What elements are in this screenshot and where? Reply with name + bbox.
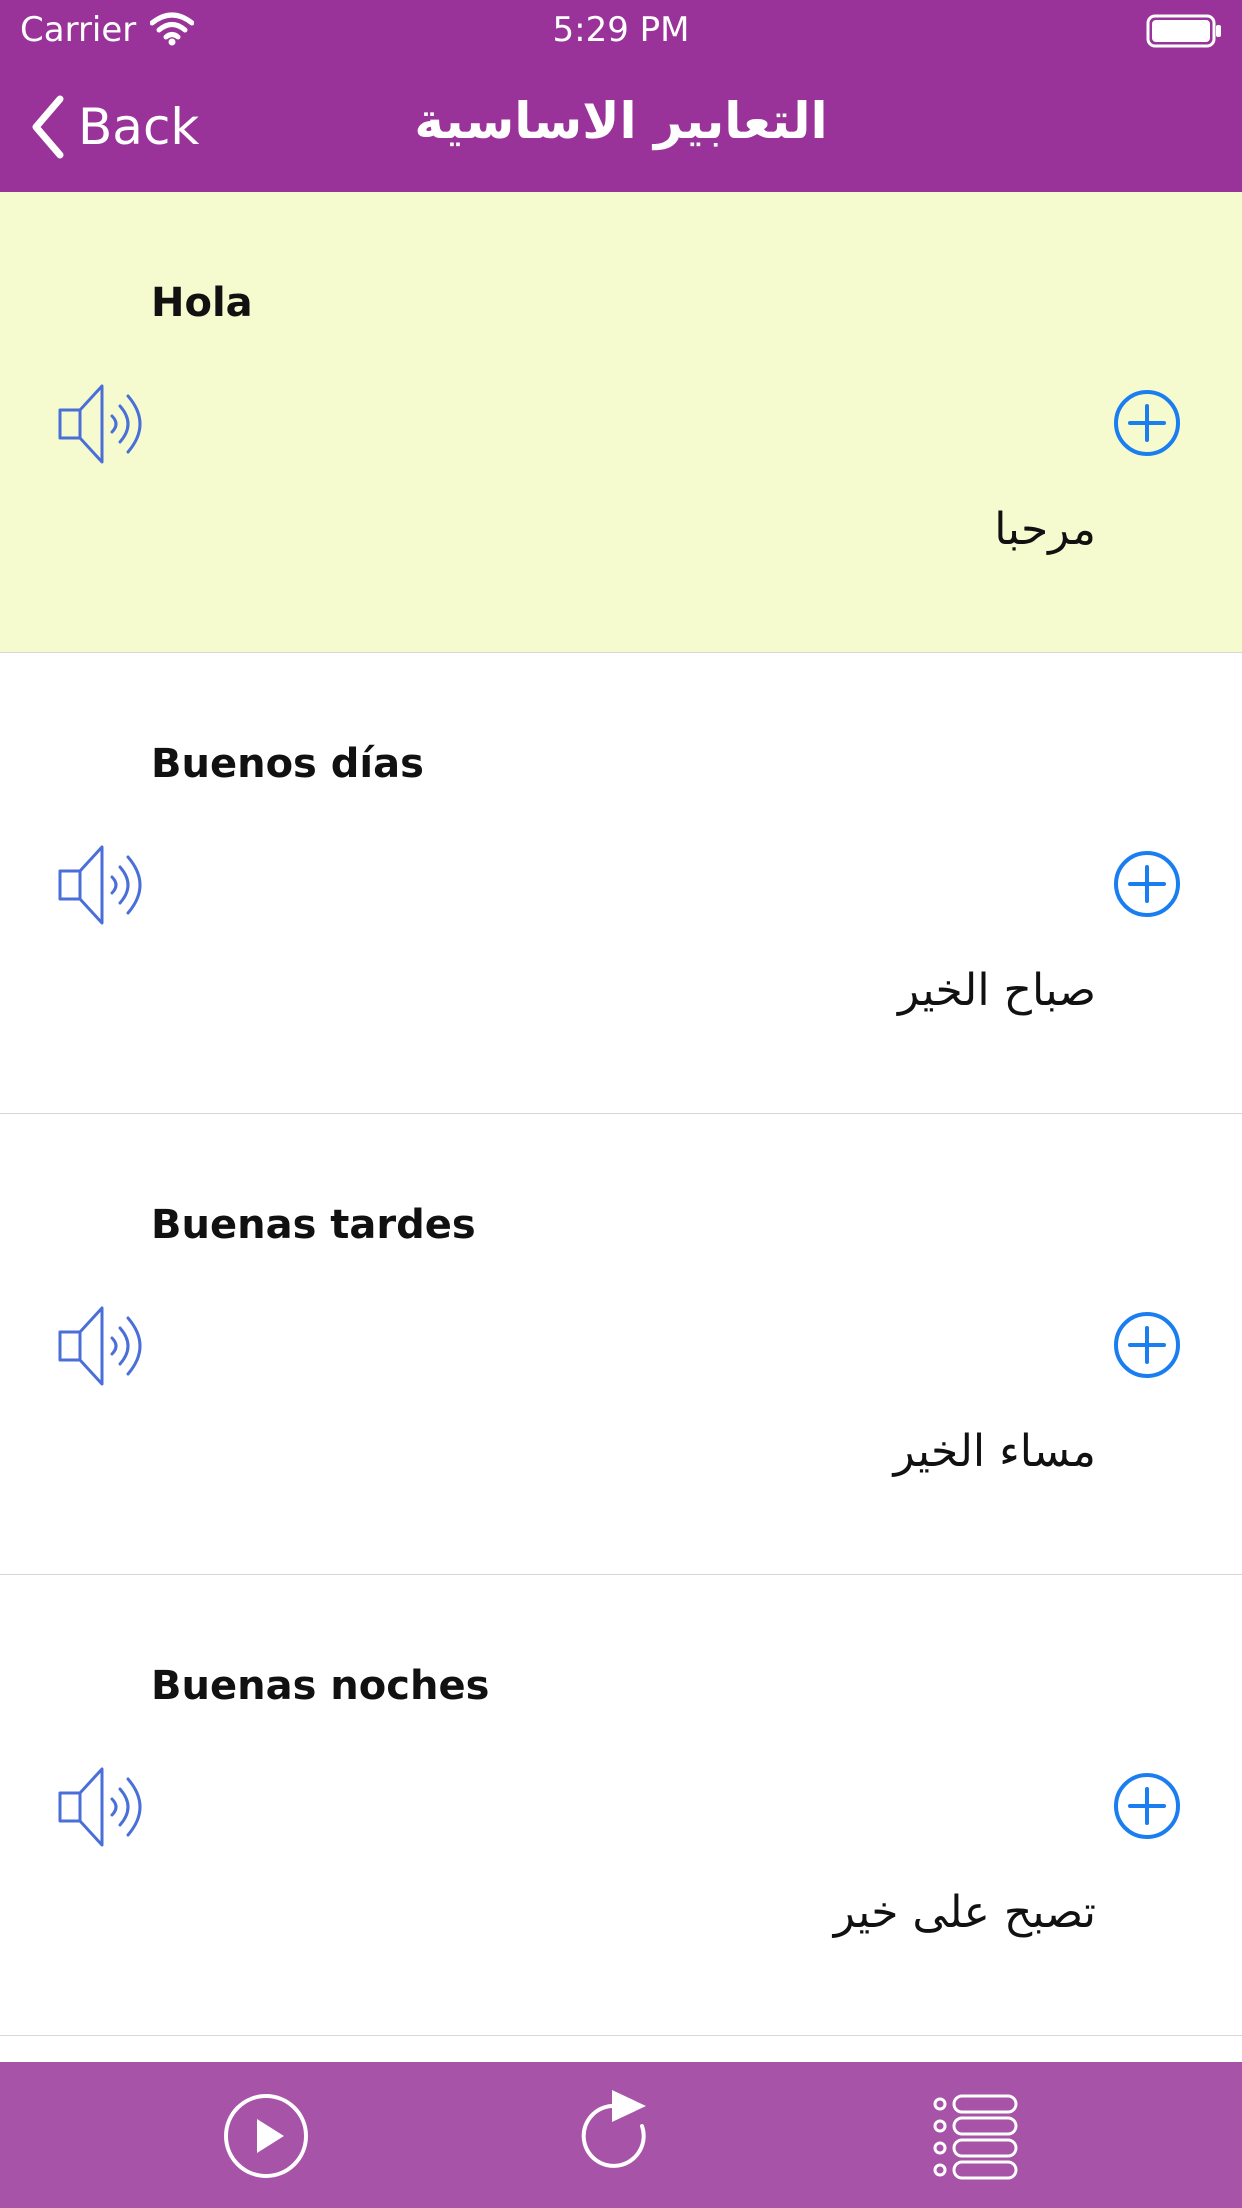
- phrase-arabic: تصبح على خير: [833, 1887, 1096, 1938]
- list-icon[interactable]: [932, 2092, 1020, 2180]
- list-item[interactable]: Buenas noches تصبح على خير: [0, 1575, 1242, 2036]
- play-icon[interactable]: [222, 2092, 310, 2180]
- add-button[interactable]: [1112, 849, 1182, 919]
- phrase-spanish: Hola: [151, 280, 253, 326]
- list-item[interactable]: Hola مرحبا: [0, 192, 1242, 653]
- phrase-arabic: مساء الخير: [893, 1426, 1097, 1477]
- status-bar: Carrier 5:29 PM: [0, 0, 1242, 62]
- battery-icon: [1146, 14, 1221, 48]
- add-button[interactable]: [1112, 1310, 1182, 1380]
- speaker-icon[interactable]: [56, 839, 148, 931]
- speaker-icon[interactable]: [56, 1761, 148, 1853]
- status-time: 5:29 PM: [552, 10, 690, 50]
- repeat-icon[interactable]: [576, 2086, 666, 2178]
- list-item[interactable]: Buenos días صباح الخير: [0, 653, 1242, 1114]
- add-button[interactable]: [1112, 388, 1182, 458]
- phrase-arabic: مرحبا: [994, 504, 1096, 555]
- navigation-bar: Back التعابير الاساسية: [0, 62, 1242, 192]
- phrase-spanish: Buenas noches: [151, 1663, 490, 1709]
- list-item[interactable]: Buenas tardes مساء الخير: [0, 1114, 1242, 1575]
- top-bar: Carrier 5:29 PM Back التعابير الاساسية: [0, 0, 1242, 192]
- phrase-spanish: Buenos días: [151, 741, 424, 787]
- phrase-spanish: Buenas tardes: [151, 1202, 476, 1248]
- page-title: التعابير الاساسية: [414, 92, 828, 150]
- add-button[interactable]: [1112, 1771, 1182, 1841]
- phrase-arabic: صباح الخير: [897, 965, 1096, 1016]
- bottom-toolbar: [0, 2062, 1242, 2208]
- phrase-list: Hola مرحبا Buenos días صباح الخير Buenas…: [0, 192, 1242, 2036]
- speaker-icon[interactable]: [56, 378, 148, 470]
- speaker-icon[interactable]: [56, 1300, 148, 1392]
